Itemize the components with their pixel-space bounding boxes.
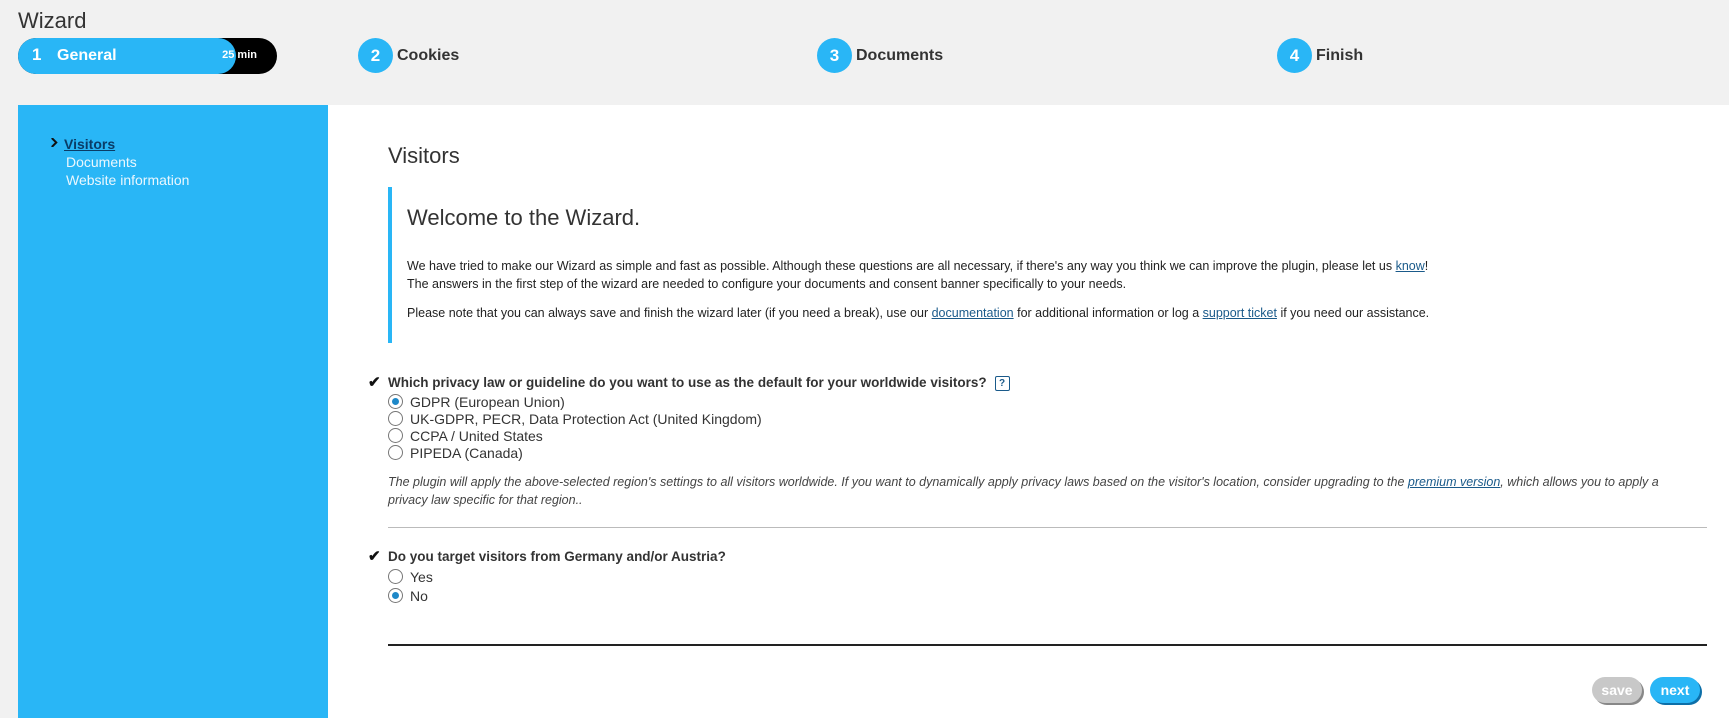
radio-label: Yes: [410, 569, 433, 585]
welcome-paragraph-3: Please note that you can always save and…: [407, 304, 1429, 322]
step-number: 3: [817, 38, 852, 73]
radio-button[interactable]: [388, 445, 403, 460]
radio-label: UK-GDPR, PECR, Data Protection Act (Unit…: [410, 411, 762, 427]
radio-option-ccpa[interactable]: CCPA / United States: [388, 428, 543, 446]
step-label: General: [57, 47, 117, 64]
welcome-paragraph-1: We have tried to make our Wizard as simp…: [407, 257, 1428, 275]
step-time-estimate: 25 min: [222, 49, 257, 61]
welcome-panel: Welcome to the Wizard. We have tried to …: [388, 187, 1692, 343]
sidebar-nav: Visitors Documents Website information: [48, 135, 189, 189]
step-number: 4: [1277, 38, 1312, 73]
radio-option-pipeda[interactable]: PIPEDA (Canada): [388, 445, 523, 463]
welcome-text: Please note that you can always save and…: [407, 306, 932, 320]
radio-button[interactable]: [388, 569, 403, 584]
divider: [388, 527, 1707, 528]
sidebar-item-visitors[interactable]: Visitors: [48, 135, 189, 153]
welcome-title: Welcome to the Wizard.: [407, 205, 641, 230]
main-content: Visitors Welcome to the Wizard. We have …: [328, 105, 1729, 718]
documentation-link[interactable]: documentation: [932, 306, 1014, 320]
step-number: 2: [358, 38, 393, 73]
sidebar-item-label: Visitors: [64, 136, 116, 152]
question-label: Do you target visitors from Germany and/…: [388, 549, 726, 564]
section-heading: Visitors: [388, 143, 460, 168]
page-title: Wizard: [18, 8, 87, 33]
radio-option-uk-gdpr[interactable]: UK-GDPR, PECR, Data Protection Act (Unit…: [388, 411, 762, 429]
radio-button[interactable]: [388, 394, 403, 409]
step-label: Cookies: [397, 47, 460, 64]
radio-option-no[interactable]: No: [388, 588, 428, 606]
divider: [388, 644, 1707, 646]
privacy-law-note: The plugin will apply the above-selected…: [388, 473, 1688, 509]
next-button[interactable]: next: [1650, 677, 1700, 703]
radio-button[interactable]: [388, 428, 403, 443]
premium-version-link[interactable]: premium version: [1408, 475, 1500, 489]
support-ticket-link[interactable]: support ticket: [1203, 306, 1277, 320]
sidebar-item-label: Documents: [66, 154, 137, 170]
radio-option-gdpr[interactable]: GDPR (European Union): [388, 394, 565, 412]
chevron-right-icon: [51, 138, 58, 147]
sidebar-item-label: Website information: [66, 172, 190, 188]
radio-label: CCPA / United States: [410, 428, 543, 444]
radio-option-yes[interactable]: Yes: [388, 569, 433, 587]
know-link[interactable]: know: [1396, 259, 1425, 273]
sidebar-item-website-information[interactable]: Website information: [48, 171, 189, 189]
radio-label: No: [410, 588, 428, 604]
radio-label: GDPR (European Union): [410, 394, 565, 410]
step-label: Documents: [856, 47, 944, 64]
welcome-paragraph-2: The answers in the first step of the wiz…: [407, 277, 1127, 291]
question-germany-austria: ✔ Do you target visitors from Germany and…: [368, 547, 726, 565]
welcome-text: for additional information or log a: [1013, 306, 1203, 320]
checkmark-icon: ✔: [368, 548, 381, 565]
help-icon[interactable]: ?: [994, 375, 1010, 391]
question-privacy-law: ✔ Which privacy law or guideline do you w…: [368, 373, 1010, 391]
radio-button[interactable]: [388, 411, 403, 426]
checkmark-icon: ✔: [368, 374, 381, 391]
question-label: Which privacy law or guideline do you wa…: [388, 375, 987, 390]
step-general[interactable]: 1 General 25 min: [18, 38, 277, 74]
step-number: 1: [32, 45, 42, 64]
note-text: The plugin will apply the above-selected…: [388, 475, 1408, 489]
welcome-text: We have tried to make our Wizard as simp…: [407, 259, 1396, 273]
wizard-steps: 1 General 25 min 2 Cookies 3 Documents 4…: [0, 38, 1729, 78]
sidebar: Visitors Documents Website information: [18, 105, 328, 718]
sidebar-item-documents[interactable]: Documents: [48, 153, 189, 171]
save-button[interactable]: save: [1592, 677, 1642, 703]
radio-label: PIPEDA (Canada): [410, 445, 523, 461]
welcome-text: !: [1424, 259, 1429, 273]
radio-button[interactable]: [388, 588, 403, 603]
welcome-text: if you need our assistance.: [1276, 306, 1430, 320]
step-label: Finish: [1316, 47, 1364, 64]
